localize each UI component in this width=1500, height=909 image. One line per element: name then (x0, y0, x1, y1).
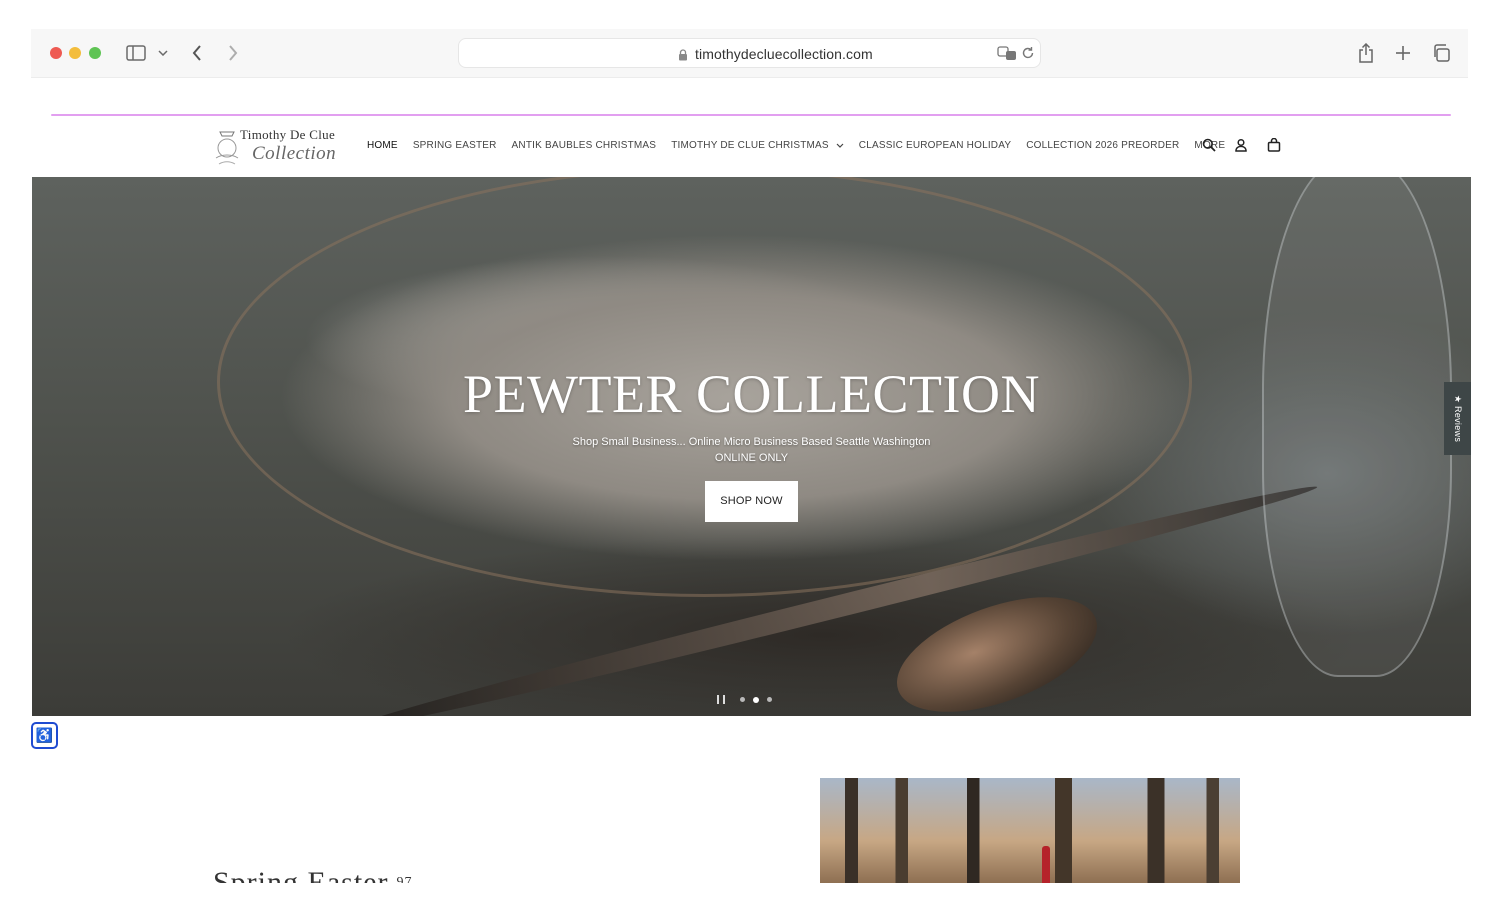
minimize-window-button[interactable] (69, 47, 81, 59)
logo-subtitle: Collection (252, 143, 337, 164)
nav-item-label: TIMOTHY DE CLUE CHRISTMAS (671, 140, 829, 151)
ornament-detail (1042, 846, 1050, 883)
slider-controls (717, 695, 780, 704)
chevron-down-icon (836, 140, 844, 150)
main-nav: HOME SPRING EASTER ANTIK BAUBLES CHRISTM… (367, 140, 1240, 151)
nav-item-timothy-de-clue-christmas[interactable]: TIMOTHY DE CLUE CHRISTMAS (671, 140, 844, 151)
hero-content: PEWTER COLLECTION Shop Small Business...… (32, 362, 1471, 522)
site-header: Timothy De Clue Collection HOME SPRING E… (32, 116, 1471, 177)
accessibility-icon: ♿ (35, 727, 54, 743)
back-icon[interactable] (187, 41, 207, 65)
accessibility-button[interactable]: ♿ (31, 722, 58, 749)
nav-item-collection-2026-preorder[interactable]: COLLECTION 2026 PREORDER (1026, 140, 1179, 151)
hero-slideshow: PEWTER COLLECTION Shop Small Business...… (32, 177, 1471, 716)
url-text[interactable]: timothydecluecollection.com (695, 46, 873, 62)
sidebar-icon[interactable] (125, 43, 147, 63)
slide-dot-2[interactable] (753, 696, 759, 703)
forward-icon[interactable] (223, 41, 243, 65)
chevron-down-icon[interactable] (157, 45, 169, 61)
zoom-window-button[interactable] (89, 47, 101, 59)
tabs-overview-icon[interactable] (1430, 42, 1452, 64)
nav-item-classic-european-holiday[interactable]: CLASSIC EUROPEAN HOLIDAY (859, 140, 1011, 151)
account-icon[interactable] (1234, 138, 1250, 154)
browser-toolbar: timothydecluecollection.com (31, 29, 1468, 78)
translate-icon[interactable] (997, 45, 1017, 61)
crest-icon (212, 126, 242, 168)
section-title: Spring Easter 97 (213, 866, 412, 883)
nav-item-spring-easter[interactable]: SPRING EASTER (413, 140, 497, 151)
shop-now-button[interactable]: SHOP NOW (705, 481, 798, 522)
section-title-text: Spring Easter (213, 866, 389, 883)
lock-icon (678, 48, 688, 61)
address-bar[interactable]: timothydecluecollection.com (458, 38, 1041, 68)
logo-title: Timothy De Clue (240, 127, 336, 142)
hero-note: ONLINE ONLY (714, 452, 789, 464)
close-window-button[interactable] (50, 47, 62, 59)
slide-dot-1[interactable] (740, 697, 745, 702)
plus-icon[interactable] (1393, 42, 1413, 64)
hero-title: PEWTER COLLECTION (463, 364, 1040, 424)
reviews-tab[interactable]: ★ Reviews (1444, 382, 1471, 455)
hero-subtitle: Shop Small Business... Online Micro Busi… (572, 436, 931, 448)
pause-icon[interactable] (717, 695, 725, 704)
logo[interactable]: Timothy De Clue Collection (212, 124, 352, 170)
search-icon[interactable] (1202, 138, 1218, 154)
reload-icon[interactable] (1021, 46, 1035, 60)
share-icon[interactable] (1356, 41, 1376, 65)
nav-item-home[interactable]: HOME (367, 140, 398, 151)
section-count: 97 (396, 875, 413, 883)
reviews-tab-label: ★ Reviews (1453, 394, 1463, 443)
slide-dot-3[interactable] (767, 697, 772, 702)
nav-item-antik-baubles-christmas[interactable]: ANTIK BAUBLES CHRISTMAS (512, 140, 657, 151)
shopping-bag-icon[interactable] (1267, 137, 1283, 154)
featured-product-image[interactable] (820, 778, 1240, 883)
